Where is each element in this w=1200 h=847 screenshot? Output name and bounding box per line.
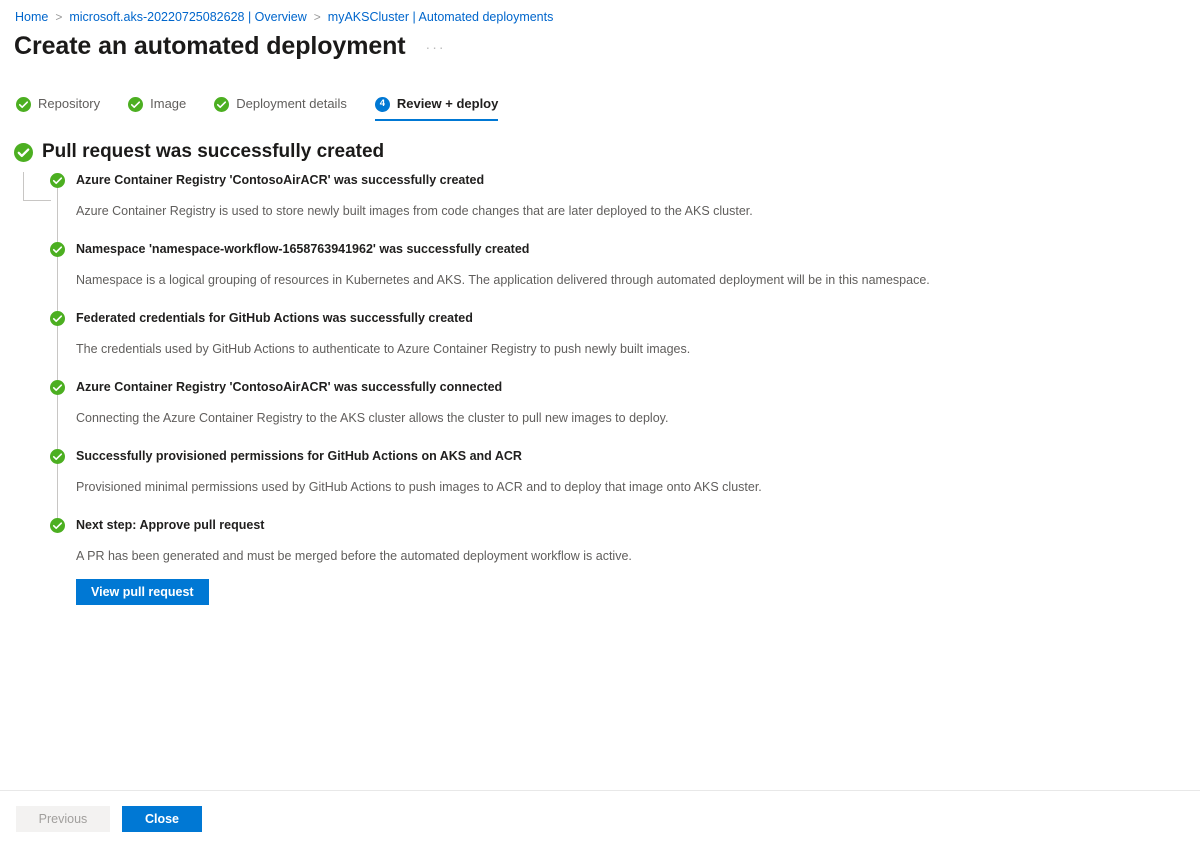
result-item: Federated credentials for GitHub Actions…: [50, 310, 1014, 383]
result-item: Successfully provisioned permissions for…: [50, 448, 1014, 521]
check-circle-icon: [50, 173, 65, 188]
breadcrumb-item-home[interactable]: Home: [15, 9, 48, 25]
result-item-title: Federated credentials for GitHub Actions…: [76, 311, 473, 325]
result-item: Azure Container Registry 'ContosoAirACR'…: [50, 379, 1014, 452]
result-item-title: Azure Container Registry 'ContosoAirACR'…: [76, 173, 485, 187]
wizard-step-label: Repository: [38, 96, 101, 111]
close-button[interactable]: Close: [122, 806, 202, 832]
page-title: Create an automated deployment: [14, 32, 406, 60]
wizard-step-image[interactable]: Image: [128, 96, 186, 121]
footer-divider: [0, 790, 1200, 791]
result-heading-text: Pull request was successfully created: [42, 141, 385, 162]
check-circle-icon: [128, 96, 144, 112]
result-item-description: Provisioned minimal permissions used by …: [76, 480, 762, 494]
previous-button[interactable]: Previous: [16, 806, 110, 832]
page-header: Create an automated deployment ···: [14, 31, 450, 61]
result-heading: Pull request was successfully created: [14, 140, 384, 164]
step-number-badge: 4: [374, 96, 390, 112]
result-item-description: Connecting the Azure Container Registry …: [76, 411, 669, 425]
create-automated-deployment-page: Home > microsoft.aks-20220725082628 | Ov…: [0, 0, 1200, 847]
result-item-title: Successfully provisioned permissions for…: [76, 449, 522, 463]
result-item-description: A PR has been generated and must be merg…: [76, 549, 632, 563]
wizard-step-deployment-details[interactable]: Deployment details: [214, 96, 347, 121]
wizard-steps: Repository Image Deployment details 4 Re…: [16, 96, 498, 121]
result-item-title: Namespace 'namespace-workflow-1658763941…: [76, 242, 530, 256]
wizard-step-label: Deployment details: [236, 96, 347, 111]
result-item-title: Next step: Approve pull request: [76, 518, 265, 532]
check-circle-icon: [50, 518, 65, 533]
result-item-title: Azure Container Registry 'ContosoAirACR'…: [76, 380, 503, 394]
result-item-list: Azure Container Registry 'ContosoAirACR'…: [50, 172, 1014, 605]
wizard-step-label: Image: [150, 96, 187, 111]
check-circle-icon: [50, 449, 65, 464]
more-options-icon[interactable]: ···: [422, 37, 450, 57]
check-circle-icon: [214, 96, 230, 112]
check-circle-icon: [50, 311, 65, 326]
result-item-description: Azure Container Registry is used to stor…: [76, 204, 753, 218]
breadcrumb-item-deployment[interactable]: microsoft.aks-20220725082628 | Overview: [69, 9, 306, 25]
check-circle-icon: [50, 242, 65, 257]
result-item-description: The credentials used by GitHub Actions t…: [76, 342, 691, 356]
check-circle-icon: [50, 380, 65, 395]
footer-action-bar: Previous Close: [16, 806, 202, 832]
result-item: Azure Container Registry 'ContosoAirACR'…: [50, 172, 1014, 245]
check-circle-icon: [14, 142, 33, 162]
wizard-step-review-deploy[interactable]: 4 Review + deploy: [374, 96, 499, 121]
breadcrumb-item-cluster[interactable]: myAKSCluster | Automated deployments: [328, 9, 554, 25]
wizard-step-label: Review + deploy: [396, 96, 499, 111]
tree-elbow-connector: [23, 172, 51, 201]
check-circle-icon: [16, 96, 31, 112]
wizard-step-repository[interactable]: Repository: [16, 96, 100, 121]
breadcrumb: Home > microsoft.aks-20220725082628 | Ov…: [15, 9, 553, 25]
result-item: Namespace 'namespace-workflow-1658763941…: [50, 241, 1014, 314]
breadcrumb-separator-icon: >: [55, 10, 63, 24]
view-pull-request-button[interactable]: View pull request: [76, 579, 209, 605]
result-item-action: View pull request: [76, 579, 1014, 605]
breadcrumb-separator-icon: >: [313, 10, 321, 24]
result-tree: Azure Container Registry 'ContosoAirACR'…: [14, 172, 1014, 605]
result-item-next-step: Next step: Approve pull request A PR has…: [50, 517, 1014, 605]
result-item-description: Namespace is a logical grouping of resou…: [76, 273, 930, 287]
